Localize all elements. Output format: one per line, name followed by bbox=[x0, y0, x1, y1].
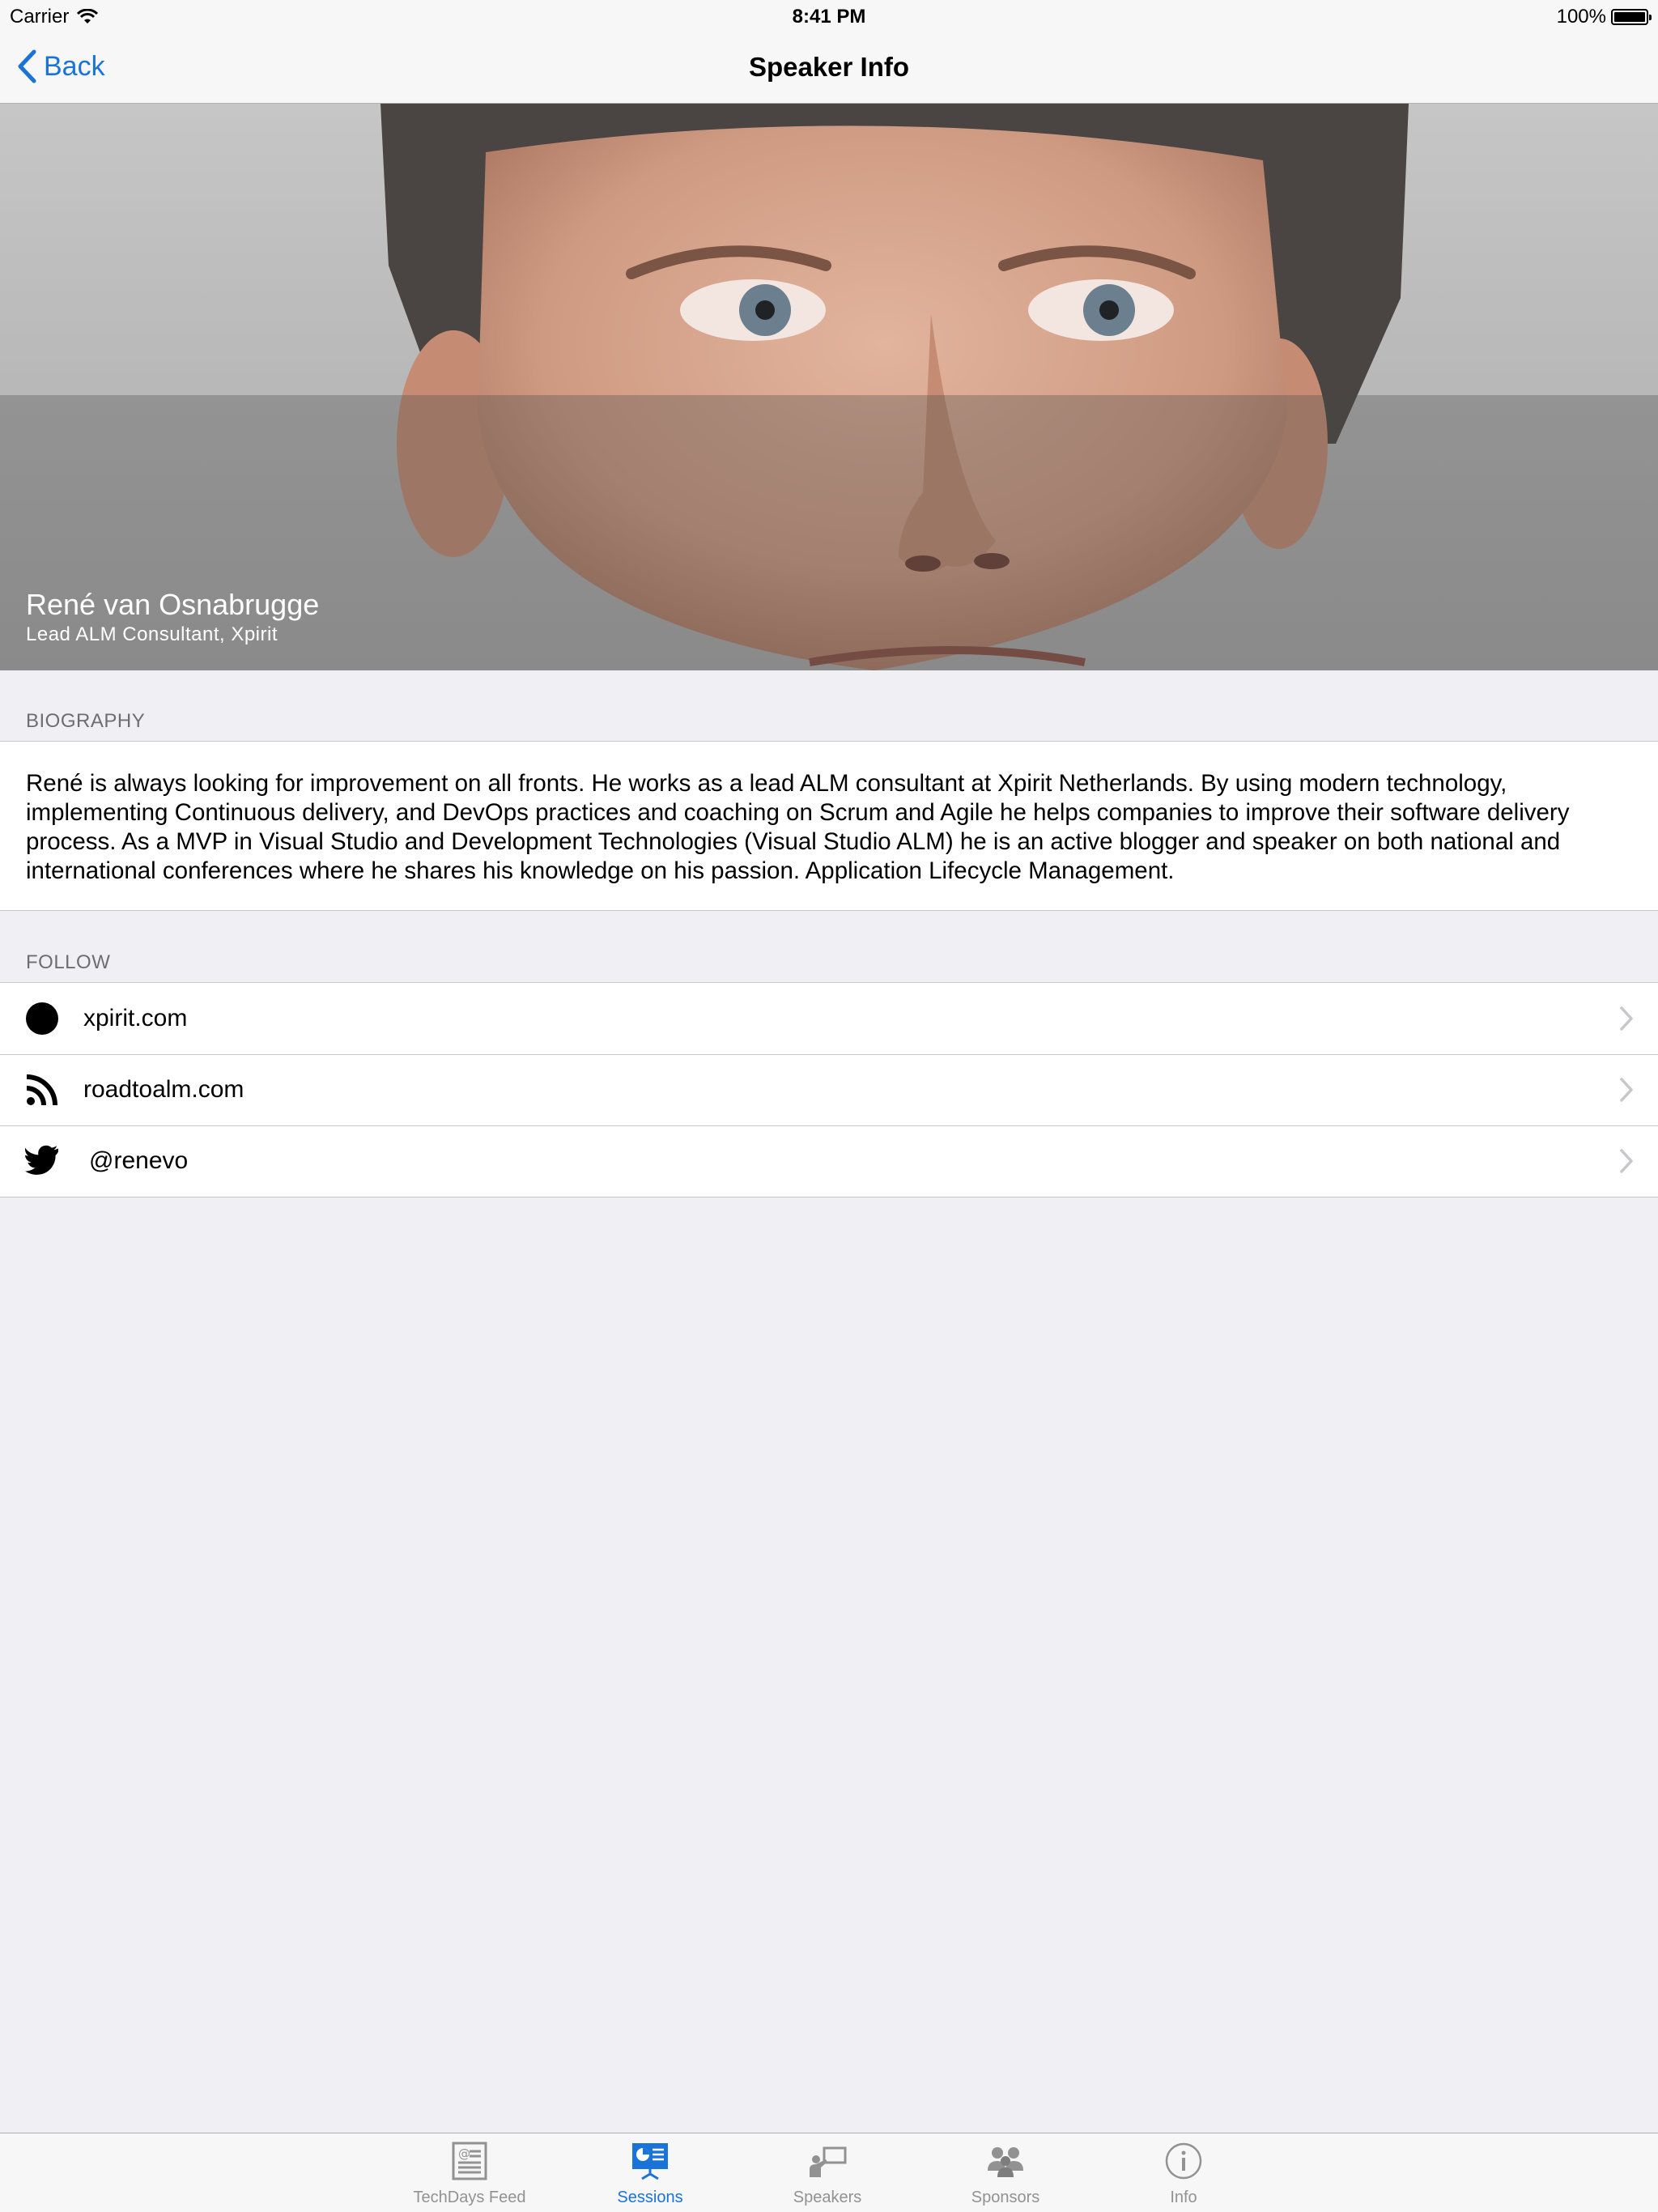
navigation-bar: Back Speaker Info bbox=[0, 32, 1658, 104]
tab-label: TechDays Feed bbox=[413, 2189, 526, 2206]
follow-item-label: xpirit.com bbox=[83, 1005, 188, 1032]
battery-icon bbox=[1611, 9, 1652, 25]
biography-text: René is always looking for improvement o… bbox=[26, 770, 1570, 884]
tab-sessions[interactable]: Sessions bbox=[569, 2133, 731, 2212]
compass-icon bbox=[26, 1002, 58, 1035]
biography-card: René is always looking for improvement o… bbox=[0, 741, 1658, 911]
speaker-icon bbox=[810, 2146, 847, 2177]
speaker-photo: René van Osnabrugge Lead ALM Consultant,… bbox=[0, 104, 1658, 670]
info-icon bbox=[1165, 2142, 1202, 2180]
tab-label: Speakers bbox=[793, 2189, 862, 2206]
tab-label: Sponsors bbox=[971, 2189, 1040, 2206]
people-icon bbox=[988, 2147, 1023, 2177]
speaker-name: René van Osnabrugge bbox=[26, 588, 320, 621]
follow-list: xpirit.com roadtoalm.com @renevo bbox=[0, 982, 1658, 1197]
tab-label: Info bbox=[1170, 2189, 1197, 2206]
status-bar: Carrier 8:41 PM 100% bbox=[0, 0, 1658, 32]
newspaper-icon: @ bbox=[452, 2142, 487, 2180]
follow-item-website[interactable]: xpirit.com bbox=[0, 983, 1658, 1054]
speaker-role: Lead ALM Consultant, Xpirit bbox=[26, 623, 278, 645]
twitter-icon bbox=[24, 1145, 58, 1175]
biography-header: BIOGRAPHY bbox=[26, 710, 146, 732]
battery-indicator: 100% bbox=[1556, 6, 1652, 28]
svg-text:@: @ bbox=[458, 2146, 470, 2161]
follow-header: FOLLOW bbox=[26, 951, 111, 973]
follow-item-label: roadtoalm.com bbox=[83, 1076, 244, 1103]
chevron-right-icon bbox=[1620, 1078, 1633, 1102]
presentation-icon bbox=[632, 2143, 668, 2180]
battery-percent: 100% bbox=[1556, 6, 1606, 28]
tab-label: Sessions bbox=[617, 2189, 683, 2206]
status-time: 8:41 PM bbox=[792, 6, 866, 28]
chevron-right-icon bbox=[1620, 1006, 1633, 1031]
speaker-info-screen: Carrier 8:41 PM 100% Back Speaker Info R… bbox=[0, 0, 1658, 2212]
follow-item-twitter[interactable]: @renevo bbox=[0, 1125, 1658, 1197]
tab-info[interactable]: Info bbox=[1103, 2133, 1265, 2212]
tab-speakers[interactable]: Speakers bbox=[746, 2133, 908, 2212]
tab-techdays-feed[interactable]: @ TechDays Feed bbox=[389, 2133, 551, 2212]
page-title: Speaker Info bbox=[748, 52, 910, 82]
chevron-right-icon bbox=[1620, 1149, 1633, 1173]
follow-item-blog[interactable]: roadtoalm.com bbox=[0, 1054, 1658, 1125]
tab-bar: @ TechDays Feed Sessions Speakers Sponso… bbox=[0, 2133, 1658, 2212]
follow-item-label: @renevo bbox=[89, 1147, 189, 1174]
tab-sponsors[interactable]: Sponsors bbox=[925, 2133, 1086, 2212]
rss-icon bbox=[26, 1074, 57, 1106]
